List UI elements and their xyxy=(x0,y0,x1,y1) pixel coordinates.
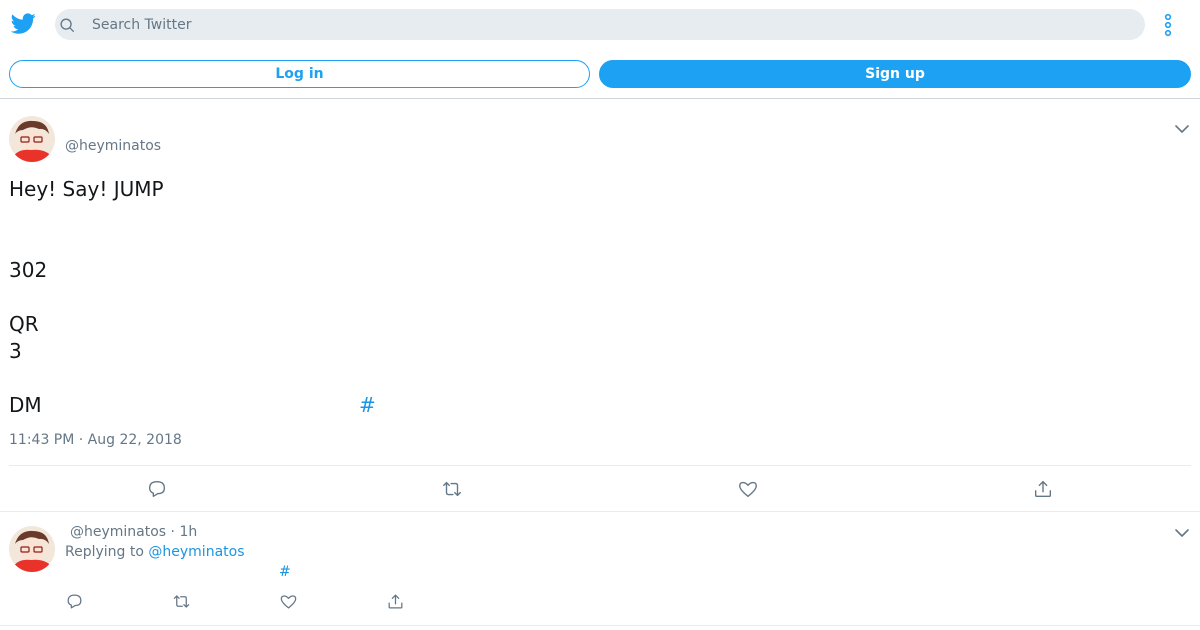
reply-author-meta[interactable]: @heyminatos · 1h xyxy=(70,524,197,540)
tweet-text-line: 302 xyxy=(9,258,48,282)
tweet-timestamp[interactable]: 11:43 PM · Aug 22, 2018 xyxy=(9,432,182,448)
twitter-bird-icon[interactable] xyxy=(11,11,36,36)
chevron-down-icon[interactable] xyxy=(1174,528,1190,538)
retweet-icon[interactable] xyxy=(172,592,191,611)
share-icon[interactable] xyxy=(386,592,405,611)
replying-handle-link[interactable]: @heyminatos xyxy=(148,544,244,560)
tweet-text-line: QR xyxy=(9,312,39,336)
tweet-author-handle[interactable]: @heyminatos xyxy=(65,138,161,154)
like-icon[interactable] xyxy=(737,478,759,500)
avatar[interactable] xyxy=(9,116,55,162)
like-icon[interactable] xyxy=(279,592,298,611)
top-bar xyxy=(0,0,1200,48)
avatar[interactable] xyxy=(9,526,55,572)
avatar-image xyxy=(9,526,55,572)
sign-up-button[interactable]: Sign up xyxy=(599,60,1191,88)
reply-icon[interactable] xyxy=(146,478,168,500)
log-in-button[interactable]: Log in xyxy=(9,60,590,88)
tweet-divider xyxy=(9,465,1191,466)
search-icon xyxy=(60,18,74,32)
tweet-text-line: DM xyxy=(9,393,42,417)
tweet-text-line: Hey! Say! JUMP xyxy=(9,177,164,201)
more-vertical-icon[interactable] xyxy=(1160,12,1176,38)
retweet-icon[interactable] xyxy=(441,478,463,500)
reply-divider xyxy=(0,625,1200,626)
hashtag-link[interactable]: # xyxy=(359,393,376,417)
tweet-text-line: 3 xyxy=(9,339,22,363)
replying-prefix: Replying to xyxy=(65,544,144,560)
search-box[interactable] xyxy=(55,9,1145,40)
replying-to: Replying to @heyminatos xyxy=(65,544,245,560)
share-icon[interactable] xyxy=(1032,478,1054,500)
search-input[interactable] xyxy=(92,9,1132,40)
header-divider xyxy=(0,98,1200,99)
hashtag-link[interactable]: # xyxy=(279,564,291,580)
avatar-image xyxy=(9,116,55,162)
tweet-divider xyxy=(0,511,1200,512)
reply-icon[interactable] xyxy=(65,592,84,611)
chevron-down-icon[interactable] xyxy=(1174,124,1190,134)
